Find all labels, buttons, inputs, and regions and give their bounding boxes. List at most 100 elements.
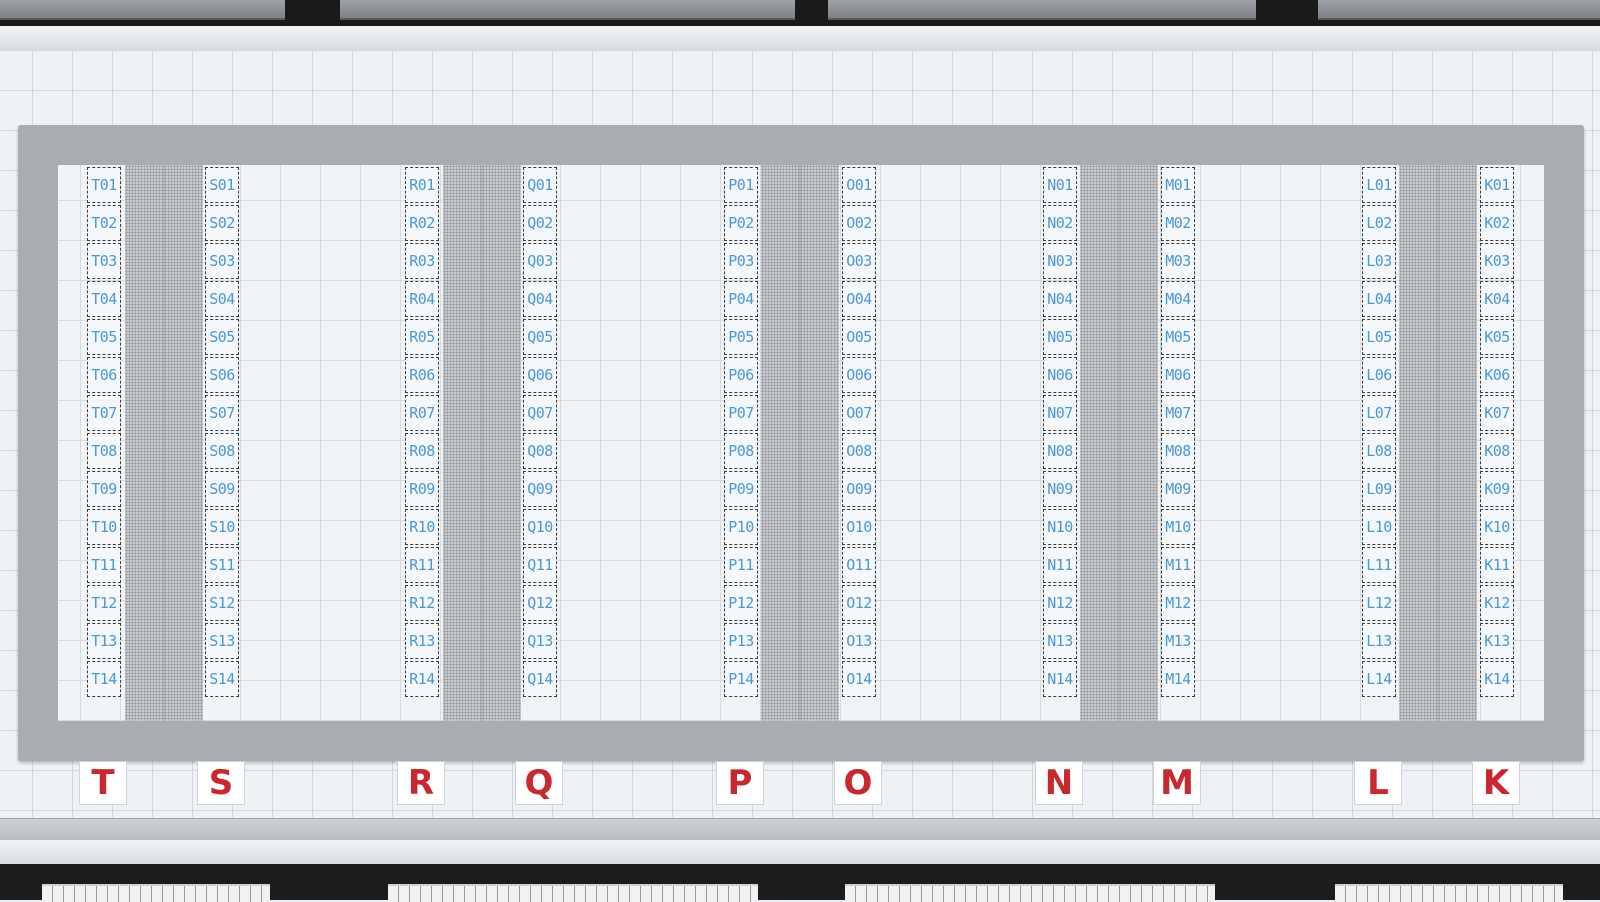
storage-slot[interactable]: S04 [205, 281, 239, 317]
storage-slot[interactable]: M12 [1161, 585, 1195, 621]
storage-slot[interactable]: K12 [1480, 585, 1514, 621]
storage-slot[interactable]: P03 [724, 243, 758, 279]
storage-slot[interactable]: S01 [205, 167, 239, 203]
storage-slot[interactable]: S05 [205, 319, 239, 355]
storage-slot[interactable]: K03 [1480, 243, 1514, 279]
storage-slot[interactable]: Q09 [523, 471, 557, 507]
storage-slot[interactable]: P10 [724, 509, 758, 545]
storage-slot[interactable]: P06 [724, 357, 758, 393]
storage-slot[interactable]: O05 [842, 319, 876, 355]
storage-slot[interactable]: N11 [1043, 547, 1077, 583]
storage-slot[interactable]: L13 [1362, 623, 1396, 659]
storage-slot[interactable]: R06 [405, 357, 439, 393]
storage-slot[interactable]: L14 [1362, 661, 1396, 697]
storage-slot[interactable]: M06 [1161, 357, 1195, 393]
storage-slot[interactable]: R03 [405, 243, 439, 279]
storage-slot[interactable]: Q13 [523, 623, 557, 659]
storage-slot[interactable]: T04 [87, 281, 121, 317]
storage-slot[interactable]: N05 [1043, 319, 1077, 355]
storage-slot[interactable]: T03 [87, 243, 121, 279]
storage-slot[interactable]: S03 [205, 243, 239, 279]
storage-slot[interactable]: M07 [1161, 395, 1195, 431]
storage-slot[interactable]: N14 [1043, 661, 1077, 697]
storage-slot[interactable]: R08 [405, 433, 439, 469]
storage-slot[interactable]: L10 [1362, 509, 1396, 545]
storage-slot[interactable]: Q06 [523, 357, 557, 393]
storage-slot[interactable]: N06 [1043, 357, 1077, 393]
storage-slot[interactable]: R11 [405, 547, 439, 583]
storage-slot[interactable]: O01 [842, 167, 876, 203]
storage-slot[interactable]: K11 [1480, 547, 1514, 583]
storage-slot[interactable]: Q14 [523, 661, 557, 697]
storage-slot[interactable]: T06 [87, 357, 121, 393]
storage-slot[interactable]: L02 [1362, 205, 1396, 241]
storage-slot[interactable]: L06 [1362, 357, 1396, 393]
storage-slot[interactable]: N02 [1043, 205, 1077, 241]
storage-slot[interactable]: T08 [87, 433, 121, 469]
storage-slot[interactable]: S06 [205, 357, 239, 393]
storage-slot[interactable]: Q01 [523, 167, 557, 203]
storage-slot[interactable]: L08 [1362, 433, 1396, 469]
storage-slot[interactable]: R12 [405, 585, 439, 621]
storage-slot[interactable]: P11 [724, 547, 758, 583]
storage-slot[interactable]: M11 [1161, 547, 1195, 583]
storage-slot[interactable]: T14 [87, 661, 121, 697]
storage-slot[interactable]: P09 [724, 471, 758, 507]
storage-slot[interactable]: N01 [1043, 167, 1077, 203]
storage-slot[interactable]: O07 [842, 395, 876, 431]
storage-slot[interactable]: K10 [1480, 509, 1514, 545]
storage-slot[interactable]: L12 [1362, 585, 1396, 621]
storage-slot[interactable]: Q03 [523, 243, 557, 279]
storage-slot[interactable]: T05 [87, 319, 121, 355]
storage-slot[interactable]: O12 [842, 585, 876, 621]
storage-slot[interactable]: R13 [405, 623, 439, 659]
storage-slot[interactable]: L09 [1362, 471, 1396, 507]
storage-slot[interactable]: R04 [405, 281, 439, 317]
storage-slot[interactable]: P08 [724, 433, 758, 469]
storage-slot[interactable]: Q11 [523, 547, 557, 583]
storage-slot[interactable]: N08 [1043, 433, 1077, 469]
storage-slot[interactable]: K04 [1480, 281, 1514, 317]
storage-slot[interactable]: O10 [842, 509, 876, 545]
storage-slot[interactable]: K08 [1480, 433, 1514, 469]
storage-slot[interactable]: N12 [1043, 585, 1077, 621]
storage-slot[interactable]: M02 [1161, 205, 1195, 241]
storage-slot[interactable]: L01 [1362, 167, 1396, 203]
storage-slot[interactable]: S11 [205, 547, 239, 583]
storage-slot[interactable]: N09 [1043, 471, 1077, 507]
storage-slot[interactable]: K09 [1480, 471, 1514, 507]
storage-slot[interactable]: T02 [87, 205, 121, 241]
storage-slot[interactable]: S09 [205, 471, 239, 507]
storage-slot[interactable]: R10 [405, 509, 439, 545]
storage-slot[interactable]: N10 [1043, 509, 1077, 545]
storage-slot[interactable]: O09 [842, 471, 876, 507]
storage-slot[interactable]: M13 [1161, 623, 1195, 659]
storage-slot[interactable]: P02 [724, 205, 758, 241]
storage-slot[interactable]: S07 [205, 395, 239, 431]
storage-slot[interactable]: P07 [724, 395, 758, 431]
storage-slot[interactable]: M14 [1161, 661, 1195, 697]
storage-slot[interactable]: Q10 [523, 509, 557, 545]
storage-slot[interactable]: Q04 [523, 281, 557, 317]
storage-slot[interactable]: N07 [1043, 395, 1077, 431]
storage-slot[interactable]: R01 [405, 167, 439, 203]
storage-slot[interactable]: N13 [1043, 623, 1077, 659]
storage-slot[interactable]: P04 [724, 281, 758, 317]
storage-slot[interactable]: M05 [1161, 319, 1195, 355]
storage-slot[interactable]: T10 [87, 509, 121, 545]
storage-slot[interactable]: T07 [87, 395, 121, 431]
storage-slot[interactable]: S13 [205, 623, 239, 659]
storage-slot[interactable]: T01 [87, 167, 121, 203]
storage-slot[interactable]: M08 [1161, 433, 1195, 469]
storage-slot[interactable]: O11 [842, 547, 876, 583]
storage-slot[interactable]: O13 [842, 623, 876, 659]
storage-slot[interactable]: P13 [724, 623, 758, 659]
storage-slot[interactable]: O08 [842, 433, 876, 469]
storage-slot[interactable]: S02 [205, 205, 239, 241]
storage-slot[interactable]: M04 [1161, 281, 1195, 317]
storage-slot[interactable]: T12 [87, 585, 121, 621]
storage-slot[interactable]: P14 [724, 661, 758, 697]
storage-slot[interactable]: T09 [87, 471, 121, 507]
storage-slot[interactable]: O04 [842, 281, 876, 317]
storage-slot[interactable]: L03 [1362, 243, 1396, 279]
